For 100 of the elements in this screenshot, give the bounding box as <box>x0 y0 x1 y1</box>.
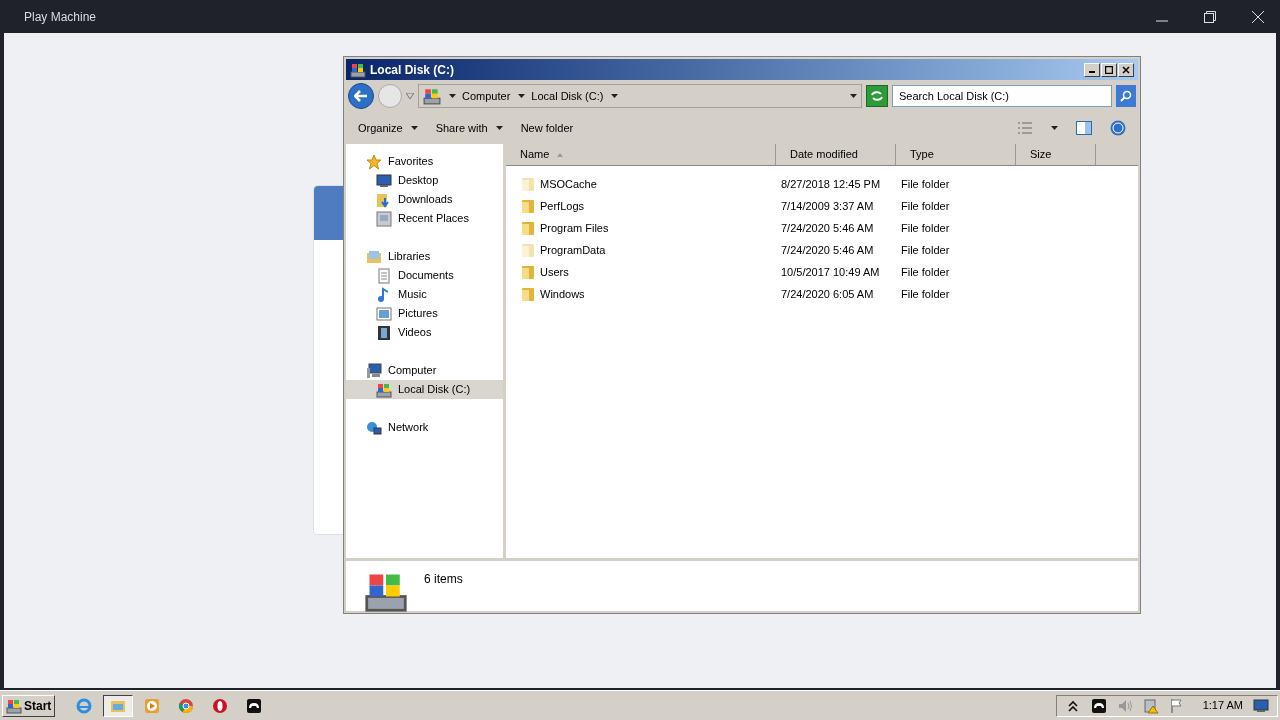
file-name: Windows <box>540 286 585 302</box>
folder-icon <box>520 242 536 258</box>
breadcrumb-item[interactable]: Local Disk (C:) <box>518 87 604 105</box>
network-icon <box>366 419 382 436</box>
documents-icon <box>376 267 392 284</box>
toolbar-button[interactable]: Organize <box>358 119 418 137</box>
file-type: File folder <box>900 242 951 258</box>
nav-item[interactable]: Network <box>346 418 503 437</box>
gamepad-icon <box>1090 697 1107 714</box>
file-type: File folder <box>900 220 951 236</box>
address-bar[interactable]: Computer Local Disk (C:) <box>418 84 862 108</box>
file-type: File folder <box>900 198 951 214</box>
toolbar-button[interactable]: Share with <box>435 119 503 137</box>
folder-icon <box>520 220 536 236</box>
item-count: 6 items <box>424 571 463 588</box>
library-icon <box>366 248 382 265</box>
videos-icon <box>376 324 392 341</box>
file-name: Users <box>540 264 569 280</box>
caret-icon <box>449 94 456 98</box>
opera-icon <box>212 697 229 714</box>
nav-item[interactable]: Recent Places <box>346 209 503 228</box>
gamepad-icon <box>246 697 263 714</box>
chrome-icon <box>178 697 195 714</box>
ie-icon <box>76 697 93 714</box>
nav-item[interactable]: Pictures <box>346 304 503 323</box>
file-type: File folder <box>900 264 951 280</box>
back-button[interactable] <box>348 83 374 109</box>
nav-item[interactable]: Documents <box>346 266 503 285</box>
help-icon[interactable] <box>1110 120 1126 136</box>
minimize-icon <box>1089 71 1095 73</box>
file-type: File folder <box>900 286 951 302</box>
nav-item[interactable]: Videos <box>346 323 503 342</box>
column-header[interactable]: Size <box>1016 144 1096 165</box>
nav-item[interactable]: Local Disk (C:) <box>346 380 503 399</box>
search-button[interactable] <box>1116 85 1136 107</box>
close-icon <box>1122 65 1130 74</box>
file-row[interactable]: MSOCache 8/27/2018 12:45 PM File folder <box>506 173 1138 195</box>
nav-item[interactable]: Music <box>346 285 503 304</box>
recent-icon <box>376 210 392 227</box>
caret-icon <box>850 94 857 98</box>
restore-icon[interactable] <box>1204 10 1216 23</box>
column-header[interactable]: Date modified <box>776 144 896 165</box>
caret-icon <box>611 94 619 98</box>
file-name: ProgramData <box>540 242 606 258</box>
close-icon[interactable] <box>1252 10 1264 23</box>
refresh-button[interactable] <box>866 85 888 107</box>
clock: 1:17 AM <box>1202 698 1243 714</box>
folder-icon <box>520 286 536 302</box>
file-name: Program Files <box>540 220 609 236</box>
downloads-icon <box>376 191 392 208</box>
file-name: PerfLogs <box>540 198 585 214</box>
disk-icon <box>376 381 392 398</box>
file-type: File folder <box>900 176 951 192</box>
file-row[interactable]: ProgramData 7/24/2020 5:46 AM File folder <box>506 239 1138 261</box>
toolbar-button[interactable]: New folder <box>520 119 574 137</box>
taskbar-app[interactable] <box>103 694 134 717</box>
file-name: MSOCache <box>540 176 597 192</box>
folder-icon <box>520 198 536 214</box>
disk-icon <box>350 61 366 78</box>
desktop-icon <box>376 172 392 189</box>
caret-icon <box>1051 126 1058 130</box>
computer-icon <box>366 362 382 379</box>
column-header[interactable]: Name <box>506 144 776 165</box>
star-icon <box>366 153 382 170</box>
search-field[interactable]: Search Local Disk (C:) <box>892 85 1112 107</box>
date-modified: 7/24/2020 6:05 AM <box>780 286 875 302</box>
nav-item[interactable]: Favorites <box>346 152 503 171</box>
refresh-icon <box>870 90 884 102</box>
maximize-icon <box>1105 65 1113 74</box>
flag-icon <box>1168 697 1185 714</box>
folder-icon <box>520 264 536 280</box>
history-caret-icon[interactable] <box>406 93 414 99</box>
start-button[interactable]: Start <box>2 694 56 717</box>
network-warning-icon <box>1142 697 1159 714</box>
caret-icon <box>518 94 526 98</box>
file-row[interactable]: Program Files 7/24/2020 5:46 AM File folder <box>506 217 1138 239</box>
window-title: Local Disk (C:) <box>370 61 454 79</box>
close-button[interactable] <box>1118 62 1134 77</box>
back-arrow-icon <box>354 90 368 102</box>
preview-pane-icon[interactable] <box>1076 121 1092 135</box>
search-icon <box>1120 90 1132 102</box>
minimize-button[interactable] <box>1084 62 1100 77</box>
date-modified: 10/5/2017 10:49 AM <box>780 264 881 280</box>
column-header[interactable]: Type <box>896 144 1016 165</box>
folder-icon <box>520 176 536 192</box>
date-modified: 7/14/2009 3:37 AM <box>780 198 875 214</box>
breadcrumb-item[interactable]: Computer <box>449 87 511 105</box>
player-icon <box>144 697 161 714</box>
host-title: Play Machine <box>24 8 97 26</box>
file-row[interactable]: Users 10/5/2017 10:49 AM File folder <box>506 261 1138 283</box>
file-row[interactable]: Windows 7/24/2020 6:05 AM File folder <box>506 283 1138 305</box>
nav-item[interactable]: Libraries <box>346 247 503 266</box>
nav-item[interactable]: Computer <box>346 361 503 380</box>
pictures-icon <box>376 305 392 322</box>
nav-item[interactable]: Desktop <box>346 171 503 190</box>
disk-icon <box>423 87 441 105</box>
show-desktop-icon <box>1253 697 1269 714</box>
maximize-button[interactable] <box>1101 62 1117 77</box>
file-row[interactable]: PerfLogs 7/14/2009 3:37 AM File folder <box>506 195 1138 217</box>
nav-item[interactable]: Downloads <box>346 190 503 209</box>
